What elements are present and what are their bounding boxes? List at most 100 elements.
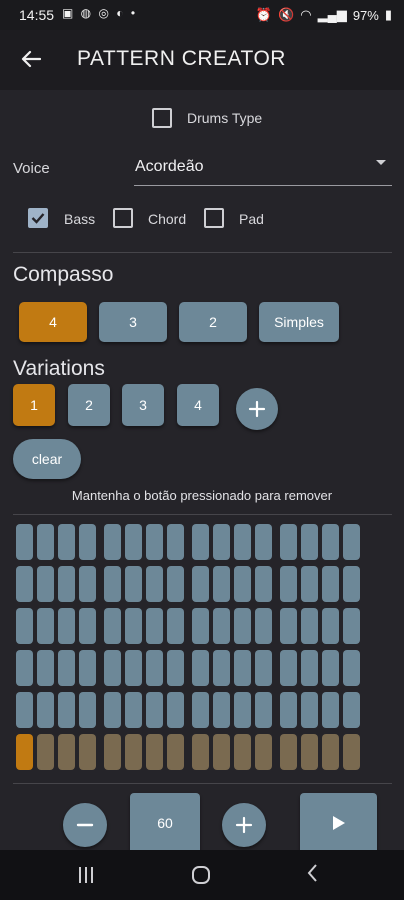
step-cell[interactable]	[301, 566, 318, 602]
step-cell[interactable]	[146, 650, 163, 686]
step-cell[interactable]	[322, 524, 339, 560]
step-cell[interactable]	[192, 608, 209, 644]
variation-3[interactable]: 3	[122, 384, 164, 426]
variation-1[interactable]: 1	[13, 384, 55, 426]
step-cell[interactable]	[37, 608, 54, 644]
step-cell[interactable]	[125, 524, 142, 560]
step-cell[interactable]	[146, 524, 163, 560]
step-cell[interactable]	[104, 608, 121, 644]
step-cell[interactable]	[167, 692, 184, 728]
step-cell[interactable]	[343, 650, 360, 686]
step-cell[interactable]	[213, 608, 230, 644]
step-cell[interactable]	[167, 608, 184, 644]
step-cell[interactable]	[16, 734, 33, 770]
step-cell[interactable]	[322, 692, 339, 728]
step-cell[interactable]	[255, 734, 272, 770]
home-button[interactable]	[192, 866, 210, 884]
step-cell[interactable]	[58, 608, 75, 644]
drums-type-checkbox[interactable]	[152, 108, 172, 128]
step-cell[interactable]	[301, 692, 318, 728]
step-cell[interactable]	[58, 734, 75, 770]
step-cell[interactable]	[58, 692, 75, 728]
step-cell[interactable]	[58, 650, 75, 686]
step-cell[interactable]	[16, 650, 33, 686]
pad-checkbox[interactable]	[204, 208, 224, 228]
bass-checkbox[interactable]	[28, 208, 48, 228]
step-cell[interactable]	[234, 734, 251, 770]
step-cell[interactable]	[37, 566, 54, 602]
step-cell[interactable]	[79, 734, 96, 770]
step-cell[interactable]	[16, 692, 33, 728]
step-cell[interactable]	[104, 566, 121, 602]
step-cell[interactable]	[37, 734, 54, 770]
compasso-option-simples[interactable]: Simples	[259, 302, 339, 342]
variation-2[interactable]: 2	[68, 384, 110, 426]
step-cell[interactable]	[58, 566, 75, 602]
step-cell[interactable]	[280, 608, 297, 644]
step-cell[interactable]	[255, 608, 272, 644]
tempo-increase-button[interactable]	[222, 803, 266, 847]
step-cell[interactable]	[79, 650, 96, 686]
step-cell[interactable]	[58, 524, 75, 560]
step-cell[interactable]	[192, 734, 209, 770]
play-button[interactable]	[300, 793, 377, 853]
tempo-decrease-button[interactable]	[63, 803, 107, 847]
step-cell[interactable]	[280, 566, 297, 602]
step-cell[interactable]	[234, 650, 251, 686]
voice-select[interactable]: Acordeão	[134, 148, 392, 186]
step-cell[interactable]	[146, 566, 163, 602]
step-cell[interactable]	[280, 692, 297, 728]
step-cell[interactable]	[79, 524, 96, 560]
step-cell[interactable]	[301, 650, 318, 686]
system-back-button[interactable]	[306, 863, 326, 887]
step-cell[interactable]	[79, 608, 96, 644]
step-cell[interactable]	[167, 566, 184, 602]
step-cell[interactable]	[234, 524, 251, 560]
step-cell[interactable]	[192, 524, 209, 560]
step-cell[interactable]	[255, 692, 272, 728]
variation-4[interactable]: 4	[177, 384, 219, 426]
step-cell[interactable]	[280, 734, 297, 770]
step-cell[interactable]	[301, 608, 318, 644]
step-cell[interactable]	[255, 566, 272, 602]
step-cell[interactable]	[167, 650, 184, 686]
compasso-option-3[interactable]: 3	[99, 302, 167, 342]
step-cell[interactable]	[146, 734, 163, 770]
compasso-option-2[interactable]: 2	[179, 302, 247, 342]
step-cell[interactable]	[234, 608, 251, 644]
step-cell[interactable]	[255, 524, 272, 560]
back-button[interactable]	[16, 44, 46, 74]
step-cell[interactable]	[37, 650, 54, 686]
step-cell[interactable]	[280, 524, 297, 560]
step-cell[interactable]	[343, 608, 360, 644]
step-cell[interactable]	[104, 524, 121, 560]
step-cell[interactable]	[301, 734, 318, 770]
step-cell[interactable]	[301, 524, 318, 560]
step-cell[interactable]	[322, 566, 339, 602]
step-cell[interactable]	[167, 524, 184, 560]
step-cell[interactable]	[125, 566, 142, 602]
step-cell[interactable]	[167, 734, 184, 770]
step-cell[interactable]	[192, 650, 209, 686]
add-variation-button[interactable]	[236, 388, 278, 430]
step-cell[interactable]	[104, 692, 121, 728]
step-cell[interactable]	[213, 524, 230, 560]
step-cell[interactable]	[192, 566, 209, 602]
step-cell[interactable]	[37, 692, 54, 728]
step-cell[interactable]	[343, 524, 360, 560]
step-cell[interactable]	[104, 650, 121, 686]
recents-button[interactable]	[79, 867, 99, 883]
step-cell[interactable]	[213, 650, 230, 686]
chord-checkbox[interactable]	[113, 208, 133, 228]
step-cell[interactable]	[234, 566, 251, 602]
step-cell[interactable]	[322, 650, 339, 686]
step-cell[interactable]	[79, 566, 96, 602]
step-cell[interactable]	[125, 608, 142, 644]
step-cell[interactable]	[322, 734, 339, 770]
step-cell[interactable]	[104, 734, 121, 770]
step-cell[interactable]	[343, 692, 360, 728]
step-cell[interactable]	[213, 734, 230, 770]
step-cell[interactable]	[213, 692, 230, 728]
step-cell[interactable]	[213, 566, 230, 602]
step-cell[interactable]	[16, 566, 33, 602]
